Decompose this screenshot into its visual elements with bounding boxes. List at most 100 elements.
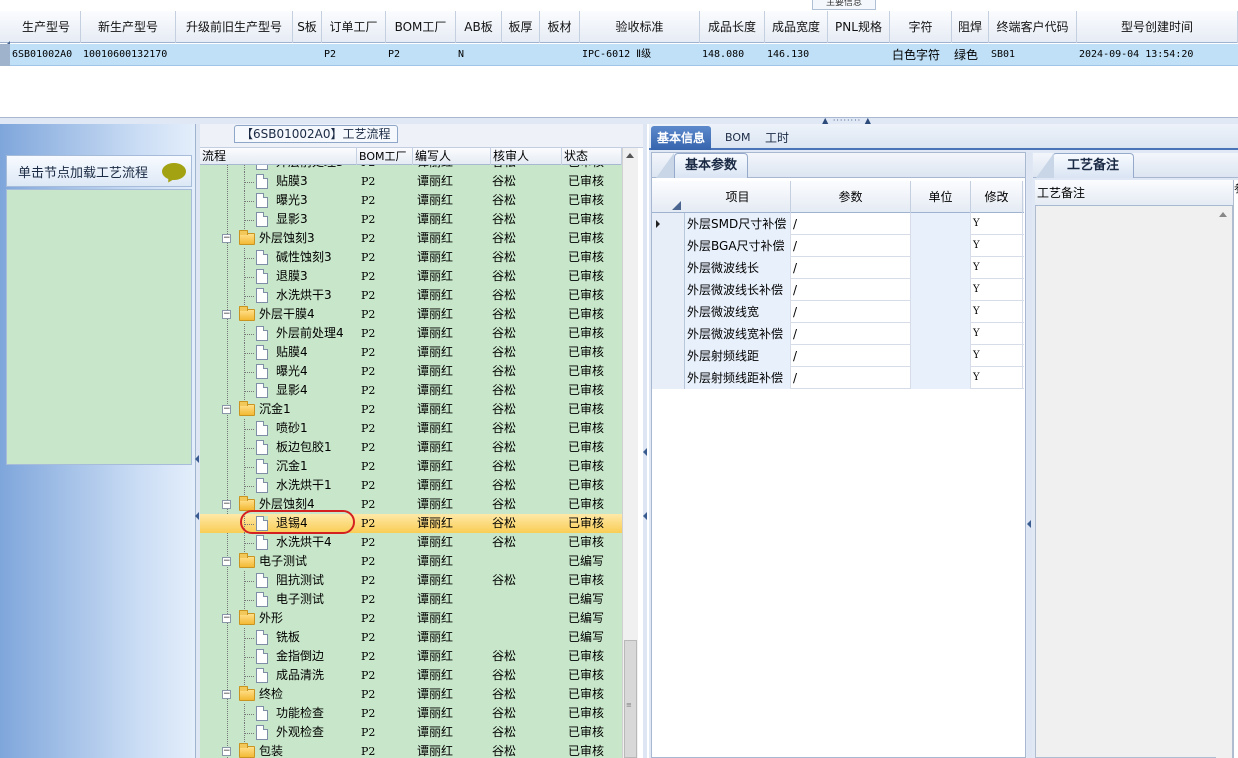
model-cell-9[interactable]: IPC-6012 Ⅱ级 — [580, 44, 700, 66]
collapse-icon[interactable]: − — [222, 614, 231, 623]
row-selector[interactable] — [652, 279, 685, 301]
params-unit[interactable] — [911, 345, 971, 367]
collapse-icon[interactable]: − — [222, 747, 231, 756]
params-item[interactable]: 外层BGA尺寸补偿 — [685, 235, 791, 257]
params-unit[interactable] — [911, 235, 971, 257]
row-selector[interactable] — [0, 44, 10, 66]
notes-scrollbar[interactable] — [1216, 206, 1232, 758]
params-item[interactable]: 外层微波线宽补偿 — [685, 323, 791, 345]
tree-row[interactable]: 水洗烘干1 P2 谭丽红 谷松 已审核 — [200, 476, 622, 495]
middle-splitter[interactable] — [643, 124, 647, 758]
tree-row[interactable]: 显影4 P2 谭丽红 谷松 已审核 — [200, 381, 622, 400]
row-selector[interactable] — [652, 345, 685, 367]
tree-row[interactable]: 功能检查 P2 谭丽红 谷松 已审核 — [200, 704, 622, 723]
basic-params-tab[interactable]: 基本参数 — [674, 153, 748, 178]
model-col-header-6[interactable]: AB板 — [456, 11, 502, 43]
left-node-area[interactable] — [6, 189, 192, 465]
model-col-header-3[interactable]: S板 — [293, 11, 322, 43]
collapse-icon[interactable]: − — [222, 234, 231, 243]
params-modify[interactable]: Y — [971, 367, 1023, 389]
params-row[interactable]: 外层射频线距补偿 / Y — [652, 367, 1024, 389]
tree-row[interactable]: 阻抗测试 P2 谭丽红 谷松 已审核 — [200, 571, 622, 590]
tree-folder-row[interactable]: − 沉金1 P2 谭丽红 谷松 已审核 — [200, 400, 622, 419]
process-tree-scrollbar[interactable]: ≡ — [622, 148, 638, 758]
params-row[interactable]: 外层微波线宽 / Y — [652, 301, 1024, 323]
params-value[interactable]: / — [791, 345, 911, 367]
notes-grid[interactable] — [1035, 180, 1233, 758]
params-value[interactable]: / — [791, 279, 911, 301]
model-cell-1[interactable]: 10010600132170 — [81, 44, 176, 66]
params-col-header-1[interactable]: 参数 — [791, 181, 911, 213]
model-col-header-1[interactable]: 新生产型号 — [81, 11, 176, 43]
model-cell-11[interactable]: 146.130 — [765, 44, 828, 66]
tree-col-header-1[interactable]: BOM工厂 — [357, 148, 413, 165]
tree-folder-row[interactable]: − 包装 P2 谭丽红 谷松 已审核 — [200, 742, 622, 758]
params-modify[interactable]: Y — [971, 257, 1023, 279]
collapse-middle-arrow-icon[interactable] — [643, 448, 647, 456]
tree-row[interactable]: 水洗烘干4 P2 谭丽红 谷松 已审核 — [200, 533, 622, 552]
params-item[interactable]: 外层射频线距 — [685, 345, 791, 367]
detail-tab-2[interactable]: 工时 — [759, 126, 795, 150]
params-col-header-2[interactable]: 单位 — [911, 181, 971, 213]
params-item[interactable]: 外层微波线宽 — [685, 301, 791, 323]
model-col-header-4[interactable]: 订单工厂 — [322, 11, 386, 43]
tree-row[interactable]: 水洗烘干3 P2 谭丽红 谷松 已审核 — [200, 286, 622, 305]
model-col-header-10[interactable]: 成品长度 — [700, 11, 765, 43]
scroll-up-icon[interactable] — [1219, 212, 1227, 217]
tree-folder-row[interactable]: − 外形 P2 谭丽红 已编写 — [200, 609, 622, 628]
model-cell-4[interactable]: P2 — [322, 44, 386, 66]
detail-tab-0[interactable]: 基本信息 — [651, 126, 712, 150]
model-cell-13[interactable]: 白色字符 — [890, 44, 952, 66]
model-col-header-0[interactable]: 生产型号 — [12, 11, 81, 43]
scroll-thumb[interactable] — [624, 640, 637, 758]
model-col-header-7[interactable]: 板厚 — [502, 11, 540, 43]
params-row[interactable]: 外层微波线长补偿 / Y — [652, 279, 1024, 301]
params-value[interactable]: / — [791, 301, 911, 323]
collapse-middle-arrow-icon-2[interactable] — [643, 512, 647, 520]
scroll-up-icon[interactable] — [626, 153, 634, 158]
params-item[interactable]: 外层微波线长 — [685, 257, 791, 279]
params-unit[interactable] — [911, 367, 971, 389]
params-row[interactable]: 外层微波线宽补偿 / Y — [652, 323, 1024, 345]
params-modify[interactable]: Y — [971, 301, 1023, 323]
params-unit[interactable] — [911, 279, 971, 301]
params-row[interactable]: 外层微波线长 / Y — [652, 257, 1024, 279]
params-row[interactable]: 外层SMD尺寸补偿 / Y — [652, 213, 1024, 235]
model-cell-14[interactable]: 绿色 — [952, 44, 989, 66]
tree-row[interactable]: 沉金1 P2 谭丽红 谷松 已审核 — [200, 457, 622, 476]
model-cell-12[interactable] — [828, 44, 890, 66]
model-col-header-2[interactable]: 升级前旧生产型号 — [176, 11, 293, 43]
notes-tab[interactable]: 工艺备注 — [1052, 153, 1134, 178]
collapse-icon[interactable]: − — [222, 405, 231, 414]
model-cell-3[interactable] — [293, 44, 322, 66]
model-grid-row[interactable]: 6SB01002A0 10010600132170 P2 P2 N IPC-6012 Ⅱ级… — [0, 44, 1238, 66]
params-modify[interactable]: Y — [971, 235, 1023, 257]
tree-row[interactable]: 碱性蚀刻3 P2 谭丽红 谷松 已审核 — [200, 248, 622, 267]
params-modify[interactable]: Y — [971, 213, 1023, 235]
row-selector[interactable] — [652, 235, 685, 257]
params-value[interactable]: / — [791, 367, 911, 389]
params-col-header-0[interactable]: 项目 — [685, 181, 791, 213]
tree-row[interactable]: 铣板 P2 谭丽红 已编写 — [200, 628, 622, 647]
params-value[interactable]: / — [791, 323, 911, 345]
row-selector[interactable] — [652, 323, 685, 345]
params-unit[interactable] — [911, 323, 971, 345]
tree-folder-row[interactable]: − 外层蚀刻3 P2 谭丽红 谷松 已审核 — [200, 229, 622, 248]
collapse-icon[interactable]: − — [222, 690, 231, 699]
params-col-header-3[interactable]: 修改 — [971, 181, 1023, 213]
tree-row[interactable]: 金指倒边 P2 谭丽红 谷松 已审核 — [200, 647, 622, 666]
collapse-icon[interactable]: − — [222, 500, 231, 509]
tree-row[interactable]: 外观检查 P2 谭丽红 谷松 已审核 — [200, 723, 622, 742]
model-cell-5[interactable]: P2 — [386, 44, 456, 66]
model-cell-0[interactable]: 6SB01002A0 — [10, 44, 81, 66]
tree-row[interactable]: 外层前处理4 P2 谭丽红 谷松 已审核 — [200, 324, 622, 343]
tree-row[interactable]: 喷砂1 P2 谭丽红 谷松 已审核 — [200, 419, 622, 438]
tree-folder-row[interactable]: − 外层干膜4 P2 谭丽红 谷松 已审核 — [200, 305, 622, 324]
main-info-tab[interactable]: 主要信息 — [812, 0, 876, 10]
collapse-icon[interactable]: − — [222, 310, 231, 319]
model-cell-8[interactable] — [540, 44, 580, 66]
tree-row[interactable]: 贴膜3 P2 谭丽红 谷松 已审核 — [200, 172, 622, 191]
params-item[interactable]: 外层微波线长补偿 — [685, 279, 791, 301]
model-col-header-13[interactable]: 字符 — [890, 11, 952, 43]
tree-row[interactable]: 外层前处理3 P2 谭丽红 谷松 已审核 — [200, 165, 622, 172]
